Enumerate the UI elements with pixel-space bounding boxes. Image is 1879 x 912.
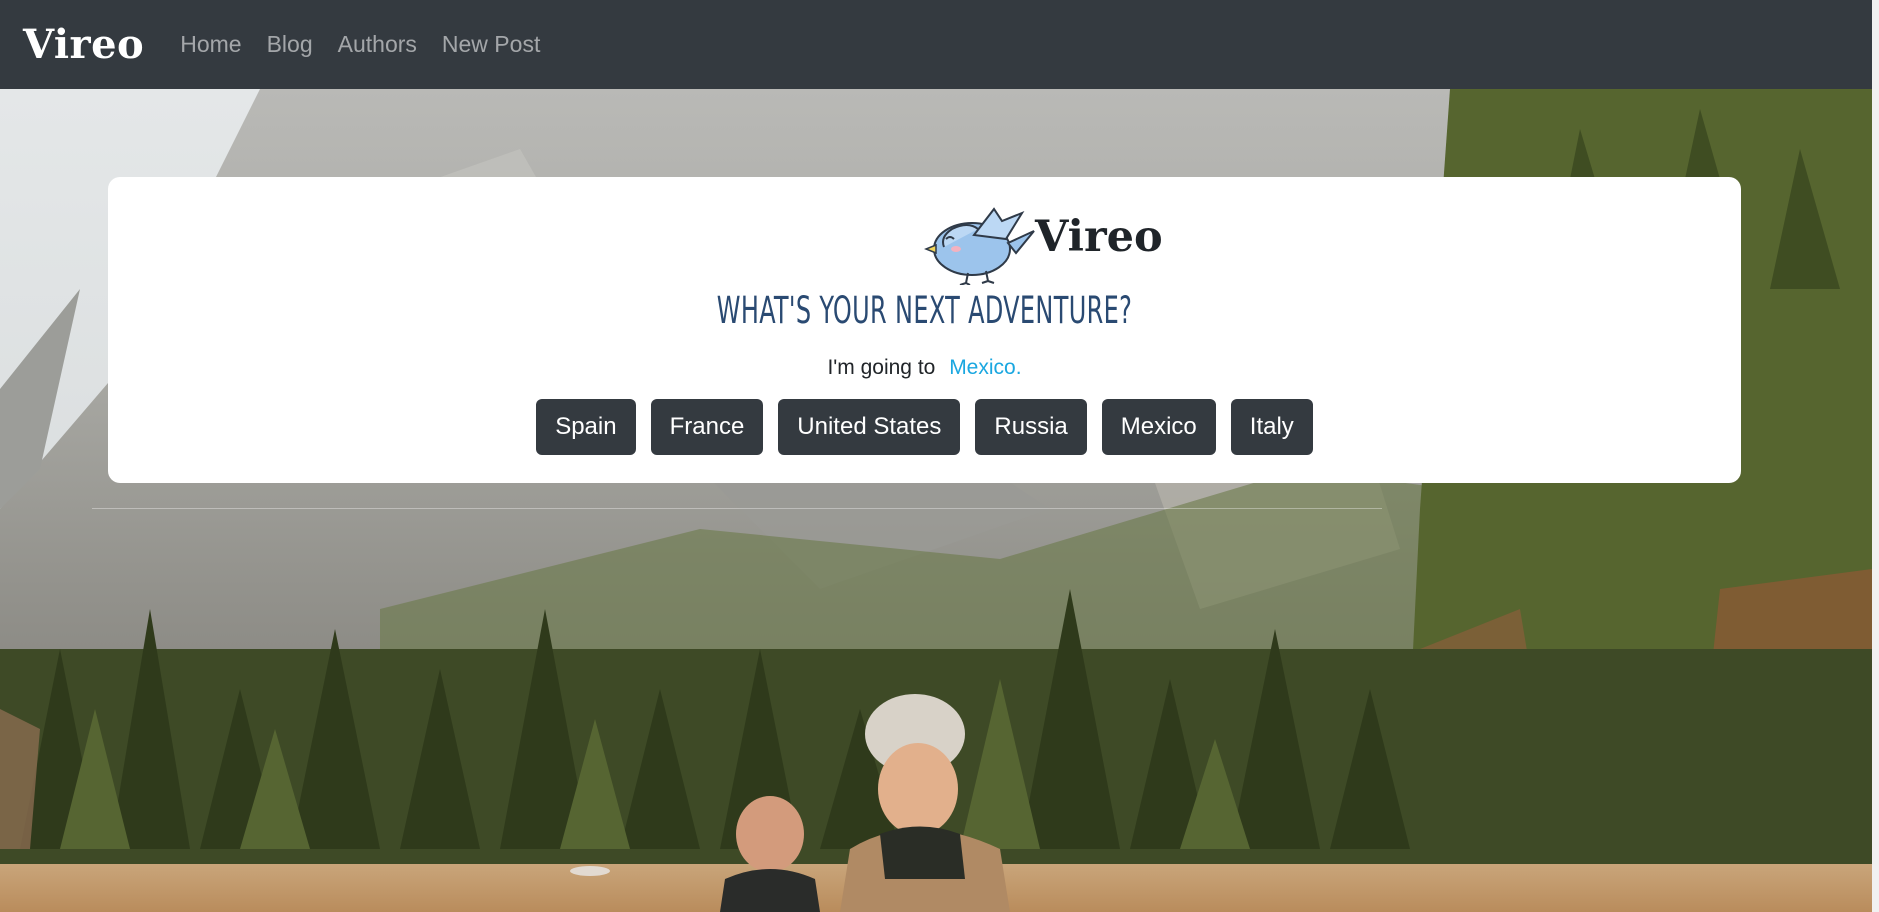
country-button-italy[interactable]: Italy xyxy=(1230,399,1313,455)
nav-links: Home Blog Authors New Post xyxy=(180,31,565,58)
nav-link-home[interactable]: Home xyxy=(180,31,241,58)
page-scrollbar[interactable] xyxy=(1872,0,1879,912)
page-headline: WHAT'S YOUR NEXT ADVENTURE? xyxy=(716,289,1133,332)
country-button-russia[interactable]: Russia xyxy=(975,399,1087,455)
brand-logo[interactable]: Vireo xyxy=(23,21,144,68)
nav-link-authors[interactable]: Authors xyxy=(338,31,417,58)
nav-link-blog[interactable]: Blog xyxy=(267,31,313,58)
country-button-france[interactable]: France xyxy=(650,399,764,455)
destination-value: Mexico. xyxy=(949,356,1022,379)
destination-prefix: I'm going to xyxy=(827,356,936,379)
country-button-united-states[interactable]: United States xyxy=(778,399,961,455)
country-button-spain[interactable]: Spain xyxy=(536,399,636,455)
country-buttons: Spain France United States Russia Mexico… xyxy=(108,399,1741,455)
country-button-mexico[interactable]: Mexico xyxy=(1101,399,1216,455)
adventure-card: Vireo WHAT'S YOUR NEXT ADVENTURE? I'm go… xyxy=(108,177,1741,483)
nav-link-new-post[interactable]: New Post xyxy=(442,31,540,58)
logo-wordmark: Vireo xyxy=(1035,212,1163,262)
destination-line: I'm going to Mexico. xyxy=(108,356,1741,380)
top-navbar: Vireo Home Blog Authors New Post xyxy=(0,0,1872,89)
divider-line xyxy=(92,508,1382,509)
